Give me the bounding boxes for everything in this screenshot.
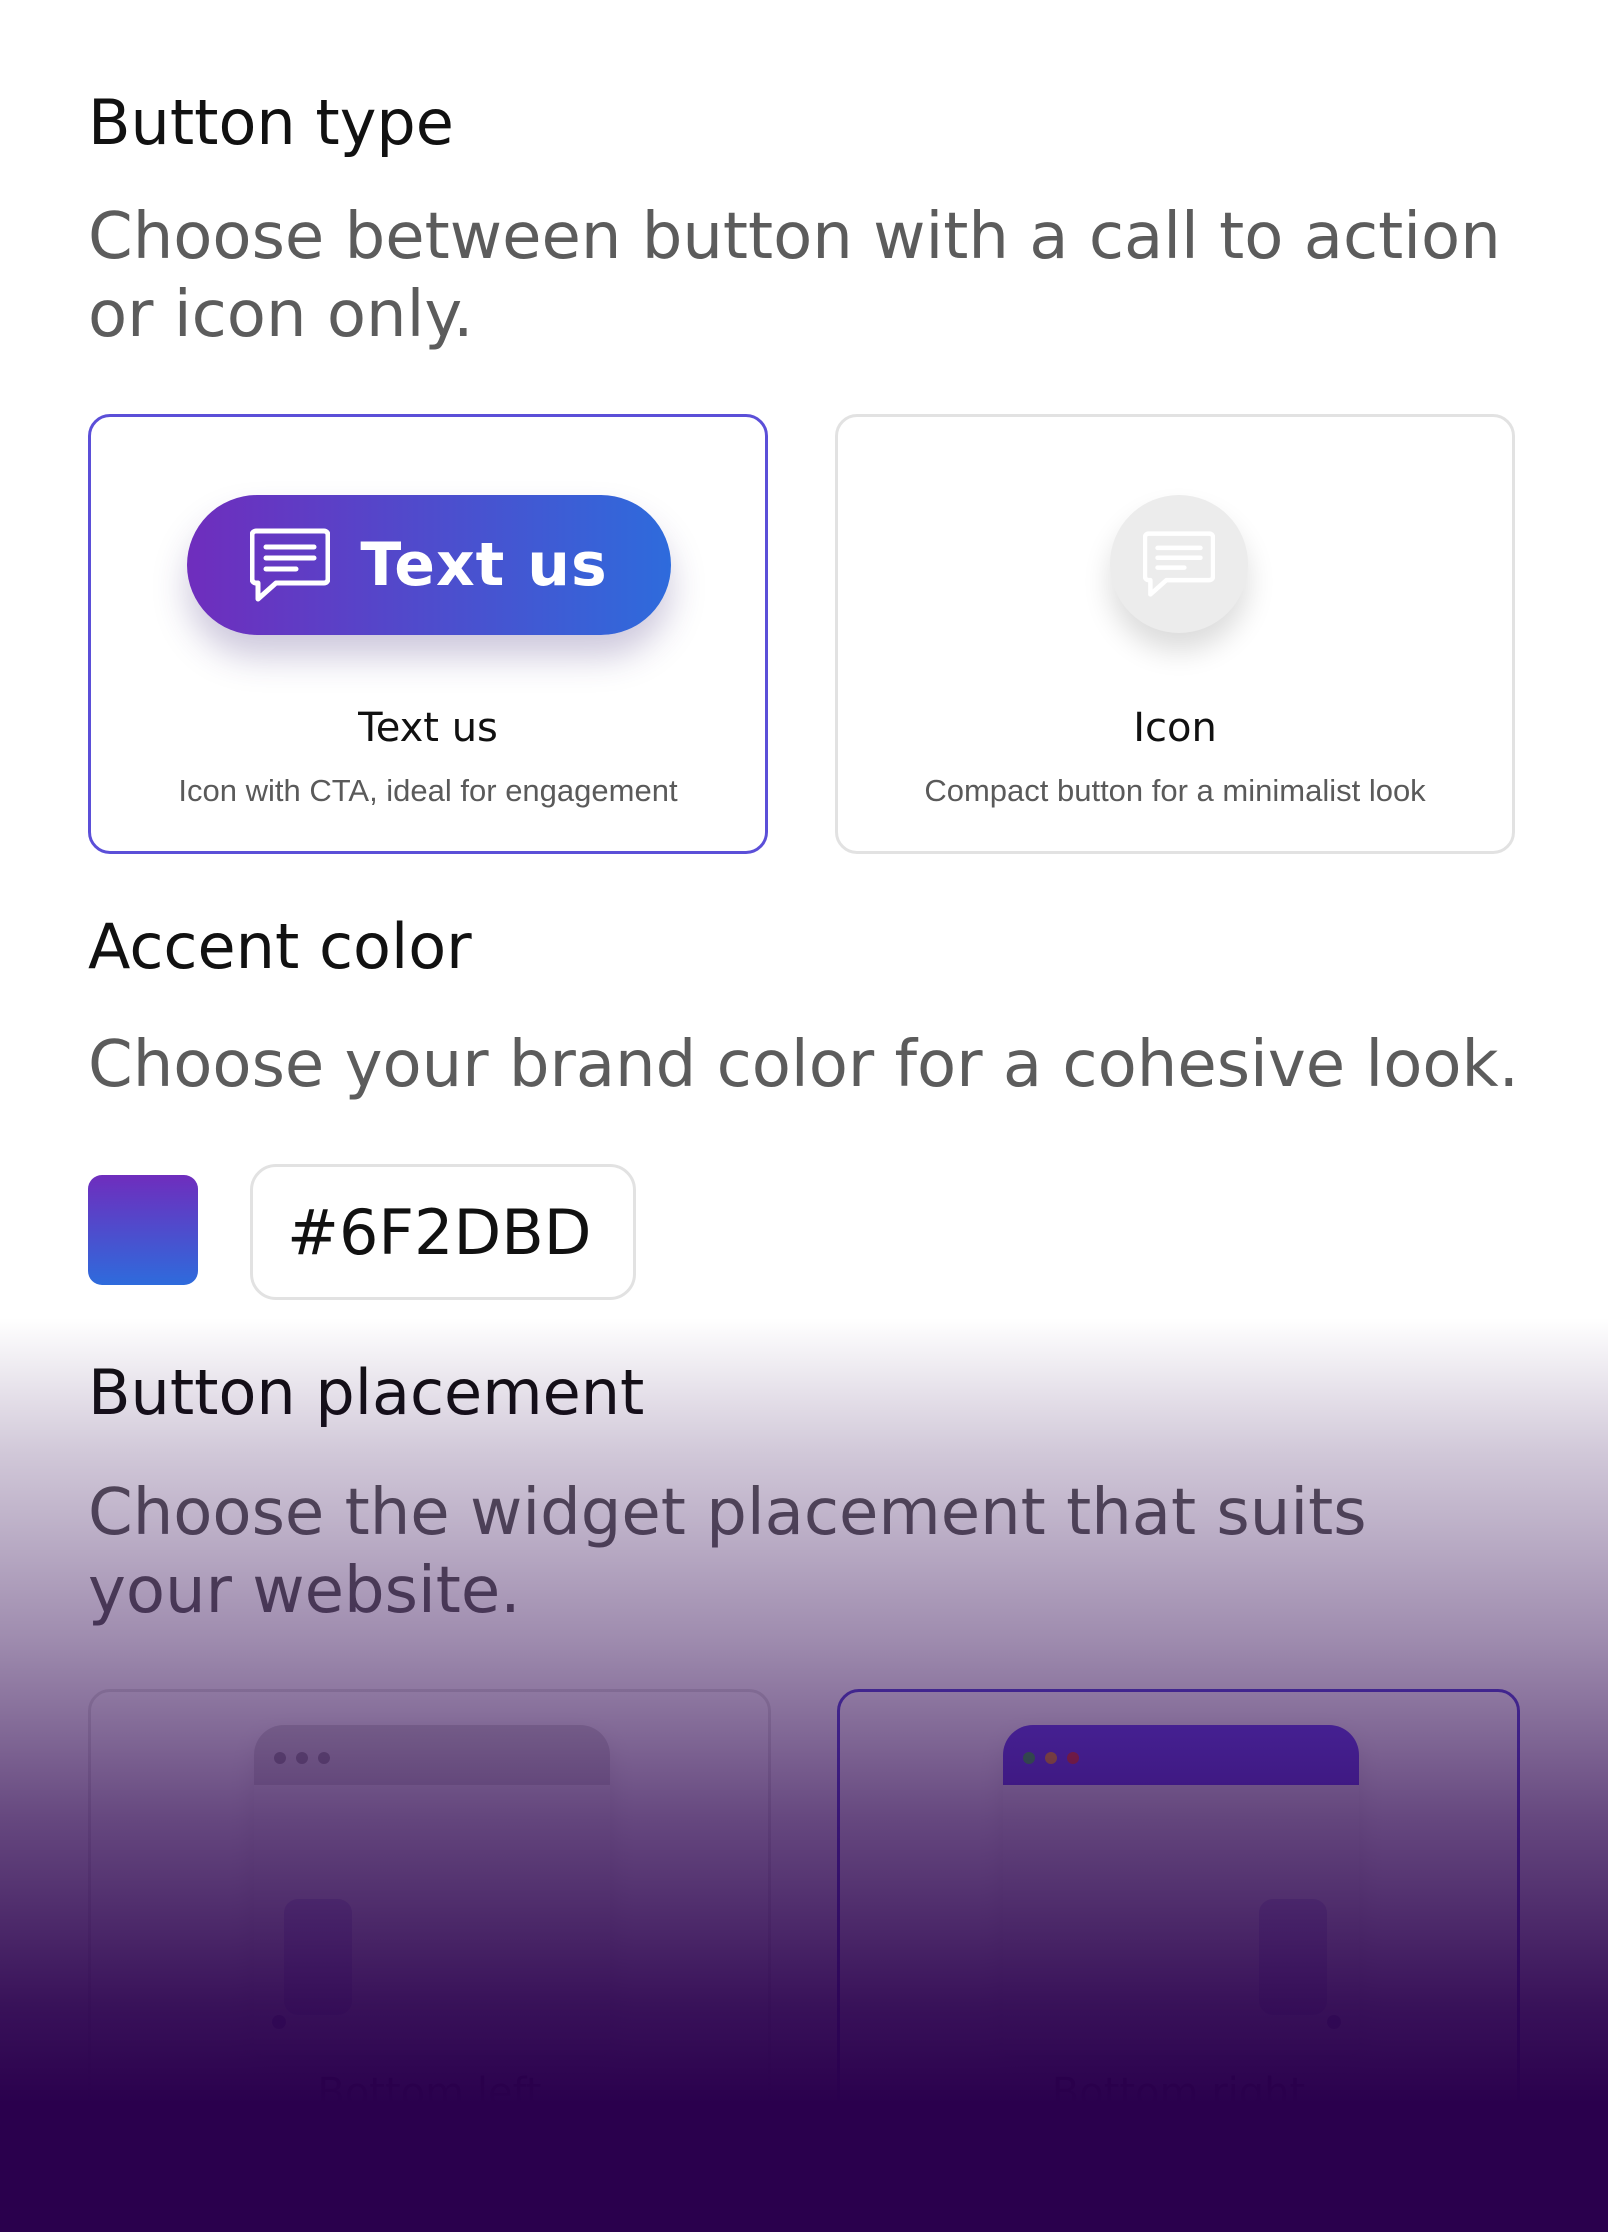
- window-dot: [318, 1752, 330, 1764]
- corner-marker: [1327, 2015, 1341, 2029]
- button-type-option-text-us[interactable]: Text us Text us Icon with CTA, ideal for…: [88, 414, 768, 854]
- color-swatch[interactable]: [88, 1175, 198, 1285]
- browser-mockup: [254, 1725, 610, 2055]
- browser-toolbar: [254, 1725, 610, 1785]
- button-type-description: Choose between button with a call to act…: [88, 200, 1501, 352]
- placement-option-bottom-left[interactable]: Bottom left: [88, 1689, 771, 2129]
- window-dot: [1023, 1752, 1035, 1764]
- window-dot: [1067, 1752, 1079, 1764]
- accent-color-description: Choose your brand color for a cohesive l…: [88, 1028, 1519, 1102]
- widget-preview: [1259, 1899, 1327, 2015]
- text-us-preview-button: Text us: [187, 495, 671, 635]
- browser-toolbar: [1003, 1725, 1359, 1785]
- button-type-title: Button type: [88, 86, 454, 159]
- chat-bubble-icon: [250, 528, 331, 602]
- window-dot: [274, 1752, 286, 1764]
- accent-color-title: Accent color: [88, 910, 472, 983]
- button-placement-description: Choose the widget placement that suits y…: [88, 1476, 1367, 1628]
- browser-mockup: [1003, 1725, 1359, 2055]
- option-label: Bottom left: [317, 2070, 542, 2116]
- option-label: Text us: [358, 705, 498, 751]
- button-type-option-icon[interactable]: Icon Compact button for a minimalist loo…: [835, 414, 1515, 854]
- button-placement-title: Button placement: [88, 1356, 645, 1429]
- widget-preview: [284, 1899, 352, 2015]
- window-dot: [296, 1752, 308, 1764]
- option-sublabel: Icon with CTA, ideal for engagement: [178, 773, 678, 808]
- chat-bubble-icon: [1143, 531, 1215, 597]
- window-dot: [1045, 1752, 1057, 1764]
- corner-marker: [272, 2015, 286, 2029]
- hex-color-input[interactable]: [250, 1164, 636, 1300]
- text-us-preview-label: Text us: [360, 530, 608, 600]
- option-sublabel: Compact button for a minimalist look: [924, 773, 1426, 808]
- icon-preview-button: [1110, 495, 1248, 633]
- option-label: Bottom right: [1051, 2070, 1306, 2116]
- placement-option-bottom-right[interactable]: Bottom right: [837, 1689, 1520, 2129]
- option-label: Icon: [1133, 705, 1217, 751]
